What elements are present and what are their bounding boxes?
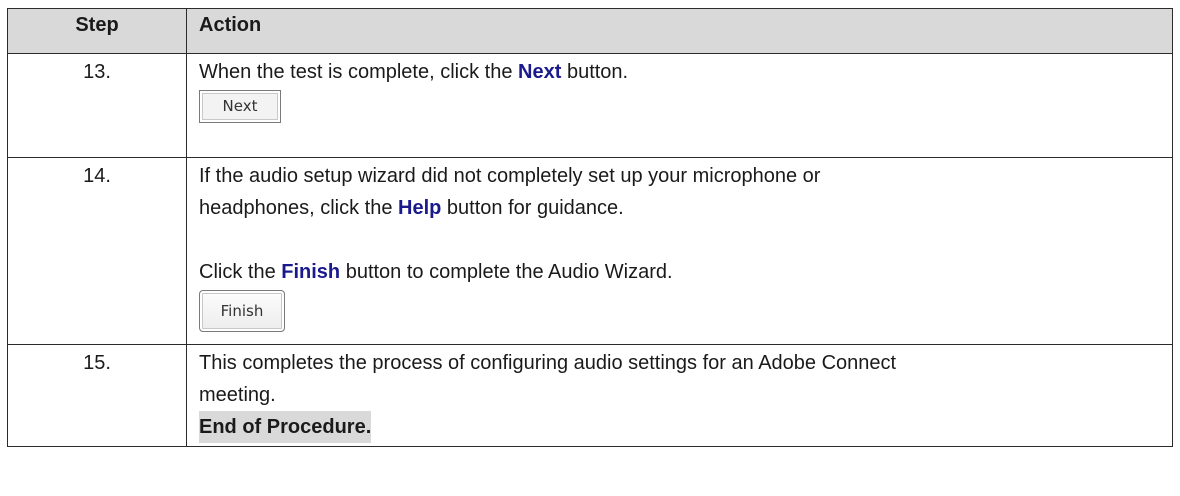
step-number: 13. xyxy=(7,53,187,158)
action-cell: When the test is complete, click the Nex… xyxy=(186,53,1173,158)
keyword-next: Next xyxy=(518,61,562,83)
step-number: 15. xyxy=(7,344,187,447)
instruction-text: Click the Finish button to complete the … xyxy=(199,261,673,283)
instruction-text: This completes the process of configurin… xyxy=(199,352,897,374)
keyword-finish: Finish xyxy=(281,261,341,283)
procedure-table: Step Action 13. When the test is complet… xyxy=(7,8,1173,447)
instruction-text: If the audio setup wizard did not comple… xyxy=(199,165,821,187)
step-number: 14. xyxy=(7,157,187,345)
action-cell: If the audio setup wizard did not comple… xyxy=(186,157,1173,345)
finish-button-image: Finish xyxy=(199,290,285,332)
keyword-help: Help xyxy=(398,197,442,219)
instruction-text: meeting. xyxy=(199,384,276,406)
action-cell: This completes the process of configurin… xyxy=(186,344,1173,447)
instruction-text: headphones, click the Help button for gu… xyxy=(199,197,624,219)
table-row-step-13: 13. When the test is complete, click the… xyxy=(7,53,1173,158)
header-row: Step Action xyxy=(7,8,1173,54)
instruction-text: When the test is complete, click the Nex… xyxy=(199,61,629,83)
action-column-header: Action xyxy=(186,8,1173,54)
end-of-procedure-label: End of Procedure. xyxy=(199,411,372,443)
next-button-image: Next xyxy=(199,90,281,123)
table-row-step-14: 14. If the audio setup wizard did not co… xyxy=(7,157,1173,345)
table-row-step-15: 15. This completes the process of config… xyxy=(7,344,1173,447)
step-column-header: Step xyxy=(7,8,187,54)
